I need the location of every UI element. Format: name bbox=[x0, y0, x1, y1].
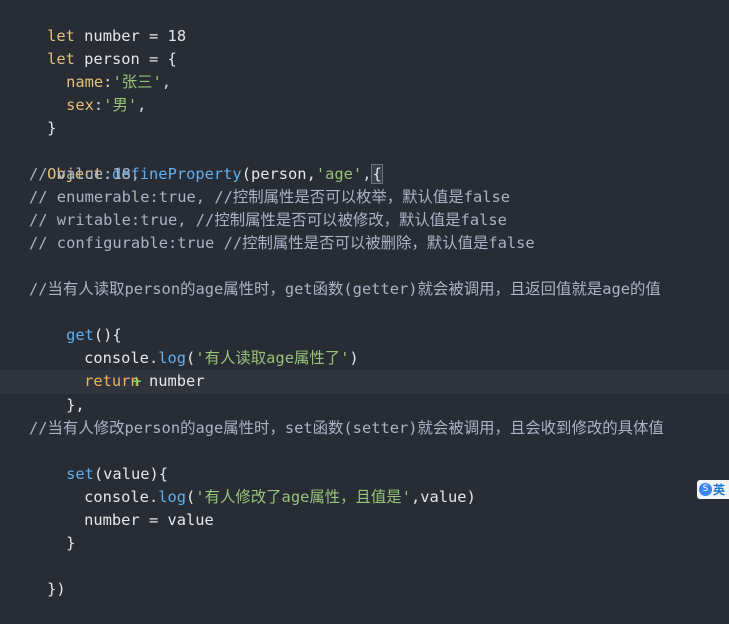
code-text: }) bbox=[47, 580, 66, 598]
string-literal: '男' bbox=[103, 96, 138, 114]
matched-brace: { bbox=[371, 164, 383, 184]
code-line-25[interactable]: }) bbox=[10, 555, 66, 598]
keyword: return bbox=[84, 372, 140, 390]
code-text: } bbox=[47, 119, 57, 137]
ime-status-badge[interactable]: S 英 bbox=[697, 480, 729, 499]
code-line-2[interactable]: let person = { bbox=[10, 25, 177, 68]
code-line-22[interactable]: number = value bbox=[47, 486, 214, 529]
code-line-11[interactable]: // configurable:true //控制属性是否可以被删除，默认值是f… bbox=[29, 232, 535, 255]
string-literal: '有人读取age属性了' bbox=[195, 349, 350, 367]
code-line-19[interactable]: //当有人修改person的age属性时，set函数(setter)就会被调用，… bbox=[29, 417, 664, 440]
string-literal: '有人修改了age属性，且值是' bbox=[195, 488, 411, 506]
punctuation: , bbox=[161, 73, 172, 91]
code-text: number bbox=[84, 511, 140, 529]
code-line-15[interactable]: console.log('有人读取age属性了') bbox=[47, 324, 359, 367]
code-editor[interactable]: + let number = 18 let person = { name:'张… bbox=[0, 0, 729, 598]
punctuation: , bbox=[137, 96, 147, 114]
code-line-7[interactable]: Object.defineProperty(person,'age',{ bbox=[10, 140, 383, 184]
code-text: number bbox=[139, 372, 205, 390]
punctuation: : bbox=[93, 96, 104, 114]
code-line-9[interactable]: // enumerable:true, //控制属性是否可以枚举，默认值是fal… bbox=[29, 186, 510, 209]
code-text: = value bbox=[139, 511, 214, 529]
code-line-16[interactable]: return number bbox=[47, 347, 204, 390]
code-text: } bbox=[66, 534, 76, 552]
code-line-20[interactable]: set(value){ bbox=[29, 440, 168, 483]
code-line-10[interactable]: // writable:true, //控制属性是否可以被修改，默认值是fals… bbox=[29, 209, 507, 232]
code-line-4[interactable]: sex:'男', bbox=[29, 71, 146, 114]
code-line-1[interactable]: let number = 18 bbox=[10, 2, 186, 45]
code-line-17[interactable]: }, bbox=[29, 371, 85, 414]
property-name: sex bbox=[66, 96, 94, 114]
code-line-5[interactable]: } bbox=[10, 94, 56, 137]
string-literal: 'age' bbox=[315, 165, 363, 183]
code-line-14[interactable]: get(){ bbox=[29, 301, 122, 344]
code-text: }, bbox=[66, 396, 85, 414]
code-line-3[interactable]: name:'张三', bbox=[29, 48, 171, 91]
code-text: (person, bbox=[241, 165, 316, 183]
code-line-8[interactable]: // value:18, bbox=[29, 163, 140, 186]
code-line-21[interactable]: console.log('有人修改了age属性，且值是',value) bbox=[47, 463, 476, 506]
ime-language-label: 英 bbox=[713, 483, 726, 497]
code-line-13[interactable]: //当有人读取person的age属性时，get函数(getter)就会被调用，… bbox=[29, 278, 661, 301]
code-text: ,value) bbox=[410, 488, 476, 506]
code-line-23[interactable]: } bbox=[29, 509, 75, 552]
punctuation: ) bbox=[349, 349, 359, 367]
ime-logo-icon: S bbox=[699, 483, 712, 496]
